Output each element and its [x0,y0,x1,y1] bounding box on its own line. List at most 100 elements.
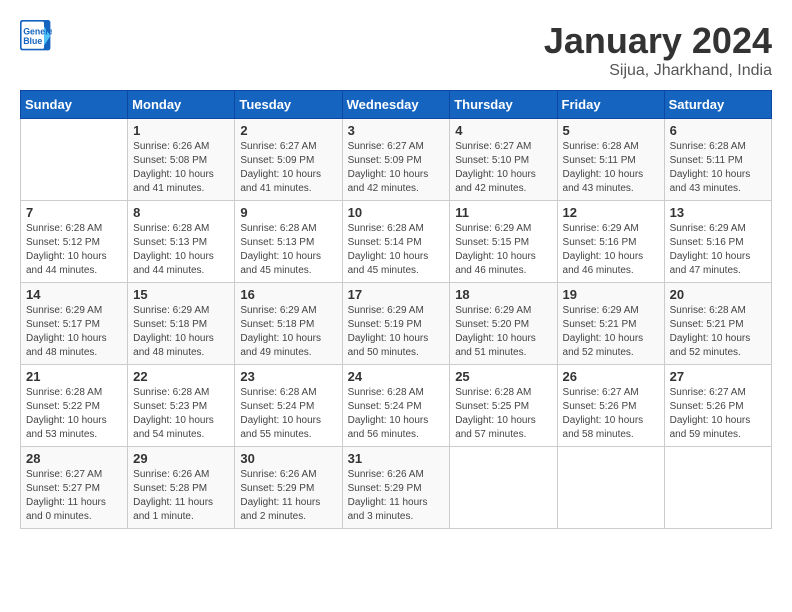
day-info: Sunrise: 6:29 AMSunset: 5:19 PMDaylight:… [348,304,445,360]
calendar-cell: 19 Sunrise: 6:29 AMSunset: 5:21 PMDaylig… [557,283,664,365]
day-number: 28 [26,451,122,466]
day-info: Sunrise: 6:28 AMSunset: 5:12 PMDaylight:… [26,222,122,278]
calendar-week-2: 7 Sunrise: 6:28 AMSunset: 5:12 PMDayligh… [21,201,772,283]
calendar-cell: 6 Sunrise: 6:28 AMSunset: 5:11 PMDayligh… [664,119,771,201]
day-info: Sunrise: 6:27 AMSunset: 5:09 PMDaylight:… [348,140,445,196]
day-number: 18 [455,287,551,302]
calendar-cell [557,447,664,529]
calendar-subtitle: Sijua, Jharkhand, India [544,62,772,80]
day-info: Sunrise: 6:26 AMSunset: 5:29 PMDaylight:… [240,468,336,524]
svg-text:General: General [23,26,52,36]
header-friday: Friday [557,91,664,119]
day-info: Sunrise: 6:29 AMSunset: 5:18 PMDaylight:… [240,304,336,360]
day-info: Sunrise: 6:27 AMSunset: 5:10 PMDaylight:… [455,140,551,196]
calendar-title: January 2024 [544,20,772,62]
day-number: 31 [348,451,445,466]
day-number: 1 [133,123,229,138]
day-info: Sunrise: 6:29 AMSunset: 5:16 PMDaylight:… [563,222,659,278]
day-info: Sunrise: 6:27 AMSunset: 5:26 PMDaylight:… [563,386,659,442]
day-number: 9 [240,205,336,220]
calendar-cell: 23 Sunrise: 6:28 AMSunset: 5:24 PMDaylig… [235,365,342,447]
page-header: General Blue January 2024 Sijua, Jharkha… [20,20,772,80]
day-info: Sunrise: 6:29 AMSunset: 5:20 PMDaylight:… [455,304,551,360]
calendar-cell: 26 Sunrise: 6:27 AMSunset: 5:26 PMDaylig… [557,365,664,447]
day-number: 4 [455,123,551,138]
header-tuesday: Tuesday [235,91,342,119]
calendar-week-4: 21 Sunrise: 6:28 AMSunset: 5:22 PMDaylig… [21,365,772,447]
calendar-cell: 7 Sunrise: 6:28 AMSunset: 5:12 PMDayligh… [21,201,128,283]
day-number: 24 [348,369,445,384]
day-info: Sunrise: 6:29 AMSunset: 5:21 PMDaylight:… [563,304,659,360]
day-number: 2 [240,123,336,138]
calendar-cell: 15 Sunrise: 6:29 AMSunset: 5:18 PMDaylig… [128,283,235,365]
day-info: Sunrise: 6:28 AMSunset: 5:24 PMDaylight:… [348,386,445,442]
calendar-cell [664,447,771,529]
day-info: Sunrise: 6:27 AMSunset: 5:27 PMDaylight:… [26,468,122,524]
day-info: Sunrise: 6:29 AMSunset: 5:15 PMDaylight:… [455,222,551,278]
day-number: 11 [455,205,551,220]
day-number: 10 [348,205,445,220]
calendar-cell: 5 Sunrise: 6:28 AMSunset: 5:11 PMDayligh… [557,119,664,201]
day-number: 12 [563,205,659,220]
calendar-cell: 14 Sunrise: 6:29 AMSunset: 5:17 PMDaylig… [21,283,128,365]
day-info: Sunrise: 6:27 AMSunset: 5:09 PMDaylight:… [240,140,336,196]
day-number: 13 [670,205,766,220]
day-number: 20 [670,287,766,302]
calendar-cell: 16 Sunrise: 6:29 AMSunset: 5:18 PMDaylig… [235,283,342,365]
day-info: Sunrise: 6:28 AMSunset: 5:23 PMDaylight:… [133,386,229,442]
day-number: 26 [563,369,659,384]
day-info: Sunrise: 6:28 AMSunset: 5:13 PMDaylight:… [240,222,336,278]
calendar-cell: 28 Sunrise: 6:27 AMSunset: 5:27 PMDaylig… [21,447,128,529]
calendar-cell: 13 Sunrise: 6:29 AMSunset: 5:16 PMDaylig… [664,201,771,283]
calendar-table: Sunday Monday Tuesday Wednesday Thursday… [20,90,772,529]
day-info: Sunrise: 6:28 AMSunset: 5:24 PMDaylight:… [240,386,336,442]
calendar-cell: 27 Sunrise: 6:27 AMSunset: 5:26 PMDaylig… [664,365,771,447]
day-info: Sunrise: 6:28 AMSunset: 5:21 PMDaylight:… [670,304,766,360]
day-info: Sunrise: 6:28 AMSunset: 5:14 PMDaylight:… [348,222,445,278]
header-row: Sunday Monday Tuesday Wednesday Thursday… [21,91,772,119]
calendar-cell: 10 Sunrise: 6:28 AMSunset: 5:14 PMDaylig… [342,201,450,283]
calendar-cell: 25 Sunrise: 6:28 AMSunset: 5:25 PMDaylig… [450,365,557,447]
day-number: 7 [26,205,122,220]
header-monday: Monday [128,91,235,119]
day-info: Sunrise: 6:29 AMSunset: 5:17 PMDaylight:… [26,304,122,360]
day-info: Sunrise: 6:28 AMSunset: 5:13 PMDaylight:… [133,222,229,278]
day-number: 22 [133,369,229,384]
day-number: 15 [133,287,229,302]
calendar-cell: 4 Sunrise: 6:27 AMSunset: 5:10 PMDayligh… [450,119,557,201]
calendar-week-3: 14 Sunrise: 6:29 AMSunset: 5:17 PMDaylig… [21,283,772,365]
calendar-cell: 24 Sunrise: 6:28 AMSunset: 5:24 PMDaylig… [342,365,450,447]
day-number: 19 [563,287,659,302]
calendar-cell: 1 Sunrise: 6:26 AMSunset: 5:08 PMDayligh… [128,119,235,201]
header-sunday: Sunday [21,91,128,119]
calendar-week-5: 28 Sunrise: 6:27 AMSunset: 5:27 PMDaylig… [21,447,772,529]
calendar-cell: 12 Sunrise: 6:29 AMSunset: 5:16 PMDaylig… [557,201,664,283]
day-number: 17 [348,287,445,302]
calendar-cell: 22 Sunrise: 6:28 AMSunset: 5:23 PMDaylig… [128,365,235,447]
header-saturday: Saturday [664,91,771,119]
day-number: 21 [26,369,122,384]
header-thursday: Thursday [450,91,557,119]
day-number: 14 [26,287,122,302]
logo-icon: General Blue [20,20,52,52]
day-info: Sunrise: 6:29 AMSunset: 5:18 PMDaylight:… [133,304,229,360]
day-number: 8 [133,205,229,220]
day-number: 16 [240,287,336,302]
calendar-cell [450,447,557,529]
svg-text:Blue: Blue [23,36,42,46]
calendar-cell [21,119,128,201]
day-info: Sunrise: 6:26 AMSunset: 5:29 PMDaylight:… [348,468,445,524]
calendar-cell: 29 Sunrise: 6:26 AMSunset: 5:28 PMDaylig… [128,447,235,529]
calendar-week-1: 1 Sunrise: 6:26 AMSunset: 5:08 PMDayligh… [21,119,772,201]
day-info: Sunrise: 6:26 AMSunset: 5:28 PMDaylight:… [133,468,229,524]
calendar-cell: 3 Sunrise: 6:27 AMSunset: 5:09 PMDayligh… [342,119,450,201]
day-number: 27 [670,369,766,384]
day-info: Sunrise: 6:29 AMSunset: 5:16 PMDaylight:… [670,222,766,278]
day-info: Sunrise: 6:27 AMSunset: 5:26 PMDaylight:… [670,386,766,442]
day-info: Sunrise: 6:28 AMSunset: 5:11 PMDaylight:… [563,140,659,196]
calendar-cell: 17 Sunrise: 6:29 AMSunset: 5:19 PMDaylig… [342,283,450,365]
day-number: 3 [348,123,445,138]
title-block: January 2024 Sijua, Jharkhand, India [544,20,772,80]
calendar-cell: 30 Sunrise: 6:26 AMSunset: 5:29 PMDaylig… [235,447,342,529]
calendar-cell: 31 Sunrise: 6:26 AMSunset: 5:29 PMDaylig… [342,447,450,529]
